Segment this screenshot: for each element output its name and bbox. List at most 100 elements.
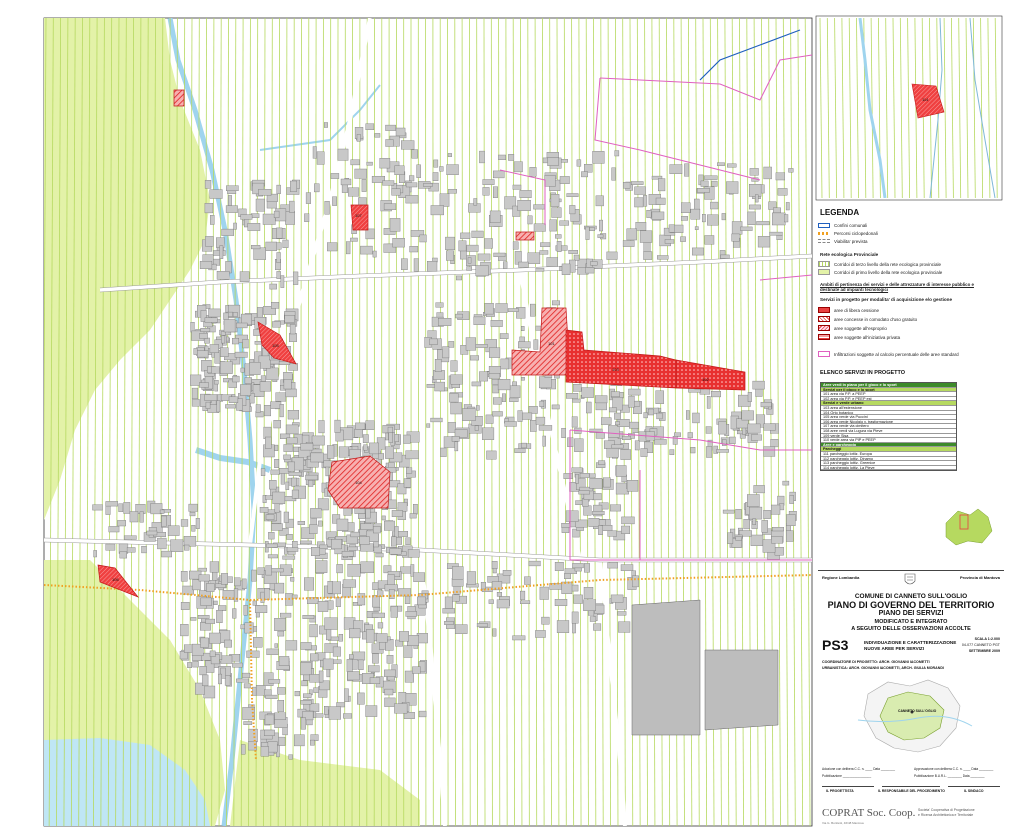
building xyxy=(485,414,494,424)
building xyxy=(445,236,455,251)
coat-of-arms-icon xyxy=(904,573,916,585)
building xyxy=(285,640,298,651)
building xyxy=(328,706,342,720)
building xyxy=(309,703,320,712)
building xyxy=(302,615,315,619)
building xyxy=(204,180,212,189)
building xyxy=(493,186,498,198)
building xyxy=(304,577,315,591)
building xyxy=(540,242,551,248)
building xyxy=(275,392,287,402)
province-label: Provincia di Mantova xyxy=(959,575,1000,580)
building xyxy=(634,197,644,208)
building xyxy=(658,178,666,192)
building xyxy=(572,622,576,634)
building xyxy=(508,154,515,161)
building xyxy=(384,688,394,696)
building xyxy=(319,544,328,550)
building xyxy=(784,214,789,223)
region-label: Regione Lombardia xyxy=(822,575,860,580)
approvazione-line: Approvazione con delibera C.C. n. ____ D… xyxy=(914,767,994,771)
building xyxy=(622,435,631,441)
building xyxy=(735,509,742,520)
building xyxy=(231,338,239,345)
adozione-line: Adozione con delibera C.C. n. ____ Data … xyxy=(822,767,896,771)
legend-heading-ambiti: Ambiti di pertinenza dei servizi e delle… xyxy=(820,282,974,293)
building xyxy=(317,601,329,612)
building xyxy=(517,410,523,422)
building xyxy=(225,404,236,409)
building xyxy=(159,509,165,514)
building xyxy=(471,230,484,238)
building xyxy=(648,408,654,416)
building xyxy=(609,407,617,413)
building xyxy=(618,621,631,633)
building xyxy=(344,688,349,702)
building xyxy=(191,399,200,407)
building xyxy=(184,544,190,551)
building xyxy=(579,473,590,478)
service-area-label: 104 xyxy=(355,480,362,485)
building xyxy=(324,617,338,630)
building xyxy=(479,150,485,164)
building xyxy=(492,384,499,394)
building xyxy=(346,659,353,672)
building xyxy=(293,271,299,285)
legend-item-comodato: aree concesse in comodato d'uso gratuito xyxy=(818,315,917,323)
building xyxy=(539,376,552,389)
building xyxy=(360,543,374,552)
building xyxy=(504,421,517,427)
building xyxy=(610,391,620,398)
building xyxy=(269,480,277,490)
building xyxy=(269,283,277,290)
building xyxy=(371,612,385,618)
building xyxy=(409,246,419,253)
building xyxy=(216,400,221,413)
building xyxy=(234,351,248,358)
building xyxy=(477,253,491,261)
building xyxy=(287,461,296,472)
building xyxy=(566,193,579,197)
building xyxy=(727,532,734,544)
building xyxy=(458,240,467,252)
building xyxy=(575,474,579,484)
building xyxy=(375,552,384,558)
building xyxy=(271,523,283,531)
building xyxy=(271,302,280,309)
building xyxy=(195,518,200,529)
building xyxy=(585,226,590,240)
building xyxy=(264,405,272,417)
building xyxy=(541,616,550,625)
building xyxy=(449,393,459,403)
building xyxy=(749,506,763,520)
building xyxy=(455,313,463,319)
building xyxy=(521,442,527,449)
building xyxy=(569,205,576,215)
credits-2: URBANISTICA: ARCH. GIOVANNI IACOMETTI, A… xyxy=(822,666,944,670)
building xyxy=(300,642,312,650)
building xyxy=(225,185,239,191)
building xyxy=(358,659,364,670)
building xyxy=(139,511,144,523)
building xyxy=(583,587,594,599)
building xyxy=(488,599,494,604)
building xyxy=(228,195,232,206)
building xyxy=(502,393,506,402)
building xyxy=(274,643,278,648)
drawing-code: PS3 xyxy=(822,637,849,653)
drawing-desc-1: INDIVIDUAZIONE E CARATTERIZZAZIONE xyxy=(864,640,957,645)
building xyxy=(360,245,373,255)
building xyxy=(597,234,604,238)
building xyxy=(412,666,421,674)
building xyxy=(253,637,263,648)
building xyxy=(717,162,725,166)
building xyxy=(690,447,696,454)
building xyxy=(716,449,729,453)
building xyxy=(301,680,308,687)
building xyxy=(775,172,786,181)
building xyxy=(533,204,546,210)
building xyxy=(614,412,621,420)
building xyxy=(262,213,276,225)
subplan-title: PIANO DEI SERVIZI xyxy=(878,610,944,617)
signature-label-progettista: IL PROGETTISTA xyxy=(826,789,854,793)
